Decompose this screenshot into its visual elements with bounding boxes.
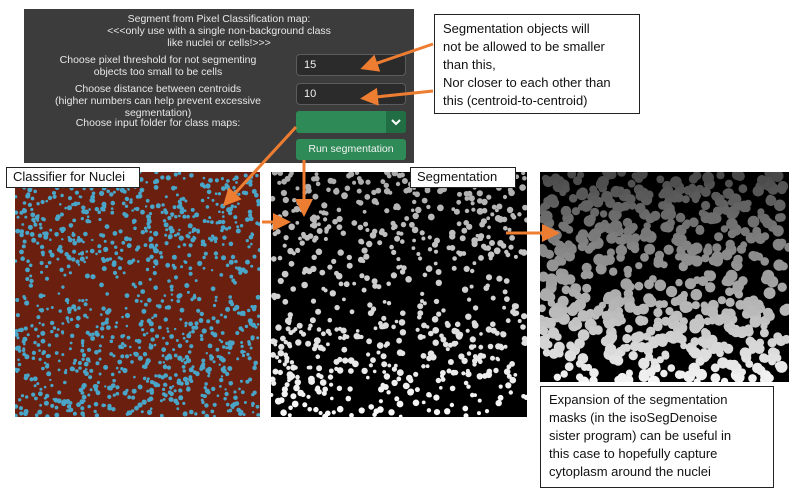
- arrow-to-distance: [360, 87, 434, 106]
- arrows-overlay: [222, 42, 560, 242]
- arrow-to-threshold: [360, 42, 434, 72]
- arrow-to-classifier: [222, 125, 298, 207]
